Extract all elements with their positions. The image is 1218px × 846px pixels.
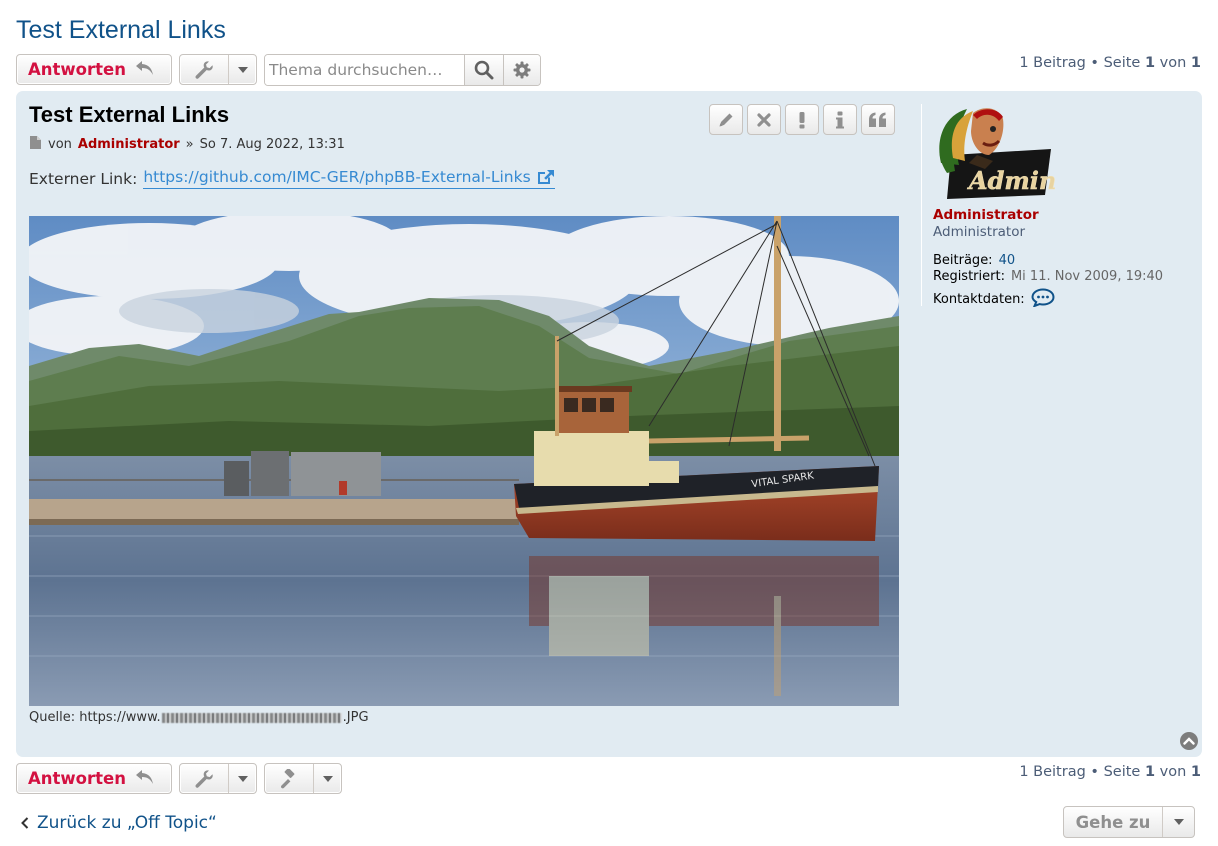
current-page: 1 bbox=[1144, 55, 1156, 71]
post-title[interactable]: Test External Links bbox=[29, 102, 229, 128]
goto-dropdown[interactable]: Gehe zu bbox=[1063, 806, 1195, 838]
report-button[interactable] bbox=[785, 104, 819, 135]
post-count: 1 Beitrag bbox=[1019, 55, 1086, 71]
total-pages: 1 bbox=[1190, 55, 1201, 71]
edit-button[interactable] bbox=[709, 104, 743, 135]
reply-icon bbox=[135, 60, 155, 80]
post-author-link[interactable]: Administrator bbox=[78, 137, 180, 152]
posts-value-link[interactable]: 40 bbox=[999, 253, 1016, 268]
back-link-label: Zurück zu „Off Topic“ bbox=[37, 813, 217, 833]
external-link-url: https://github.com/IMC-GER/phpBB-Externa… bbox=[143, 168, 531, 186]
profile-contact: Kontaktdaten: bbox=[933, 288, 1055, 311]
profile-rank: Administrator bbox=[933, 224, 1026, 240]
profile-posts: Beiträge: 40 bbox=[933, 253, 1015, 268]
date-prefix: » bbox=[185, 137, 194, 152]
contact-label: Kontaktdaten: bbox=[933, 292, 1025, 307]
total-pages: 1 bbox=[1190, 764, 1201, 780]
of-label: von bbox=[1159, 764, 1187, 780]
registered-label: Registriert: bbox=[933, 269, 1005, 284]
chevron-down-icon[interactable] bbox=[1162, 807, 1194, 837]
reply-icon bbox=[135, 769, 155, 789]
search-input[interactable] bbox=[265, 55, 465, 85]
page-label: Seite bbox=[1103, 55, 1141, 71]
info-button[interactable] bbox=[823, 104, 857, 135]
source-suffix: .JPG bbox=[342, 710, 369, 725]
pagination-bottom: 1 Beitrag • Seite 1 von 1 bbox=[980, 764, 1201, 780]
chevron-left-icon bbox=[21, 817, 29, 829]
quote-button[interactable] bbox=[861, 104, 895, 135]
pagination-top: 1 Beitrag • Seite 1 von 1 bbox=[980, 55, 1201, 71]
back-to-forum-link[interactable]: Zurück zu „Off Topic“ bbox=[21, 813, 217, 833]
avatar[interactable]: Admin bbox=[933, 103, 1057, 203]
topic-search bbox=[264, 54, 541, 86]
speech-bubble-icon[interactable] bbox=[1031, 288, 1055, 311]
source-label: Quelle: https://www. bbox=[29, 710, 161, 725]
by-label: von bbox=[48, 137, 72, 152]
delete-button[interactable] bbox=[747, 104, 781, 135]
profile-username[interactable]: Administrator bbox=[933, 207, 1039, 223]
search-button[interactable] bbox=[465, 55, 503, 85]
exclamation-icon bbox=[799, 111, 805, 128]
search-icon bbox=[474, 60, 494, 80]
back-to-top-button[interactable] bbox=[1180, 732, 1198, 750]
close-icon bbox=[757, 112, 771, 127]
profile-divider bbox=[921, 104, 922, 306]
pencil-icon bbox=[719, 113, 733, 126]
post-icon bbox=[29, 135, 42, 154]
wrench-icon[interactable] bbox=[180, 764, 228, 793]
external-link-line: Externer Link: https://github.com/IMC-GE… bbox=[29, 168, 555, 189]
reply-button[interactable]: Antworten bbox=[16, 54, 172, 85]
chevron-down-icon[interactable] bbox=[228, 55, 256, 84]
registered-value: Mi 11. Nov 2009, 19:40 bbox=[1010, 269, 1164, 284]
topic-title[interactable]: Test External Links bbox=[16, 16, 226, 45]
profile-registered: Registriert: Mi 11. Nov 2009, 19:40 bbox=[933, 269, 1163, 284]
gear-icon bbox=[513, 61, 531, 79]
wrench-icon[interactable] bbox=[180, 55, 228, 84]
reply-button-label: Antworten bbox=[28, 769, 126, 788]
post-date: So 7. Aug 2022, 13:31 bbox=[199, 137, 345, 152]
topic-tools-dropdown-bottom[interactable] bbox=[179, 763, 257, 794]
chevron-down-icon[interactable] bbox=[228, 764, 256, 793]
moderator-tools-dropdown[interactable] bbox=[264, 763, 342, 794]
current-page: 1 bbox=[1144, 764, 1156, 780]
reply-button-bottom[interactable]: Antworten bbox=[16, 763, 172, 794]
image-source: Quelle: https://www. .JPG bbox=[29, 710, 369, 725]
redacted-url bbox=[161, 712, 342, 723]
reply-button-label: Antworten bbox=[28, 60, 126, 79]
post-count: 1 Beitrag bbox=[1019, 764, 1086, 780]
chevron-down-icon[interactable] bbox=[313, 764, 341, 793]
gavel-icon[interactable] bbox=[265, 764, 313, 793]
chevron-up-icon bbox=[1183, 737, 1195, 745]
post-buttons bbox=[709, 104, 895, 135]
post-image[interactable]: VITAL SPARK bbox=[29, 216, 899, 706]
goto-label: Gehe zu bbox=[1075, 812, 1151, 832]
avatar-text: Admin bbox=[967, 166, 1055, 195]
posts-label: Beiträge: bbox=[933, 253, 993, 268]
external-link[interactable]: https://github.com/IMC-GER/phpBB-Externa… bbox=[143, 168, 555, 189]
of-label: von bbox=[1159, 55, 1187, 71]
post-author-line: von Administrator » So 7. Aug 2022, 13:3… bbox=[29, 135, 345, 154]
info-icon bbox=[836, 111, 844, 128]
external-link-icon bbox=[537, 170, 554, 184]
topic-tools-dropdown[interactable] bbox=[179, 54, 257, 85]
advanced-search-button[interactable] bbox=[502, 55, 540, 85]
external-link-label: Externer Link: bbox=[29, 169, 138, 188]
quote-icon bbox=[869, 112, 886, 127]
separator: • bbox=[1090, 764, 1099, 780]
page-label: Seite bbox=[1103, 764, 1141, 780]
separator: • bbox=[1090, 55, 1099, 71]
